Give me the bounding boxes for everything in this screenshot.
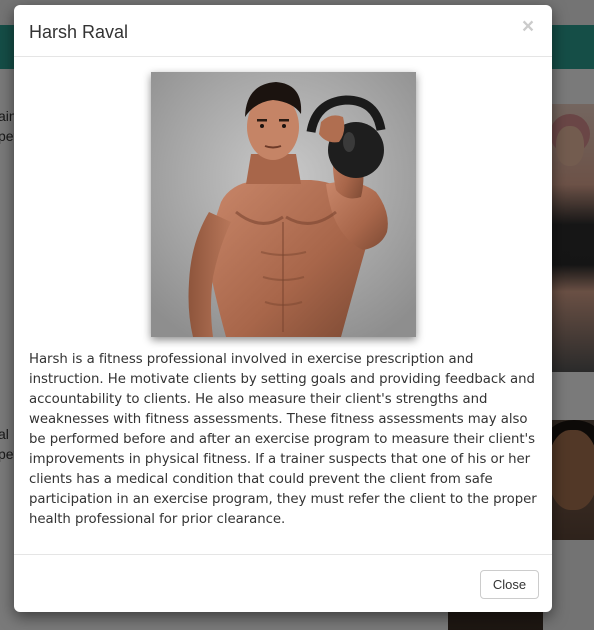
modal-header: Harsh Raval × xyxy=(14,5,552,57)
close-button[interactable]: Close xyxy=(480,570,539,599)
trainer-photo xyxy=(151,72,416,337)
modal-title: Harsh Raval xyxy=(29,22,129,42)
trainer-bio: Harsh is a fitness professional involved… xyxy=(29,352,537,527)
modal-body: Harsh is a fitness professional involved… xyxy=(14,57,552,554)
trainer-profile-modal: Harsh Raval × Harsh is a fitness profess… xyxy=(14,5,552,612)
modal-footer: Close xyxy=(14,554,552,612)
close-icon[interactable]: × xyxy=(518,16,538,38)
